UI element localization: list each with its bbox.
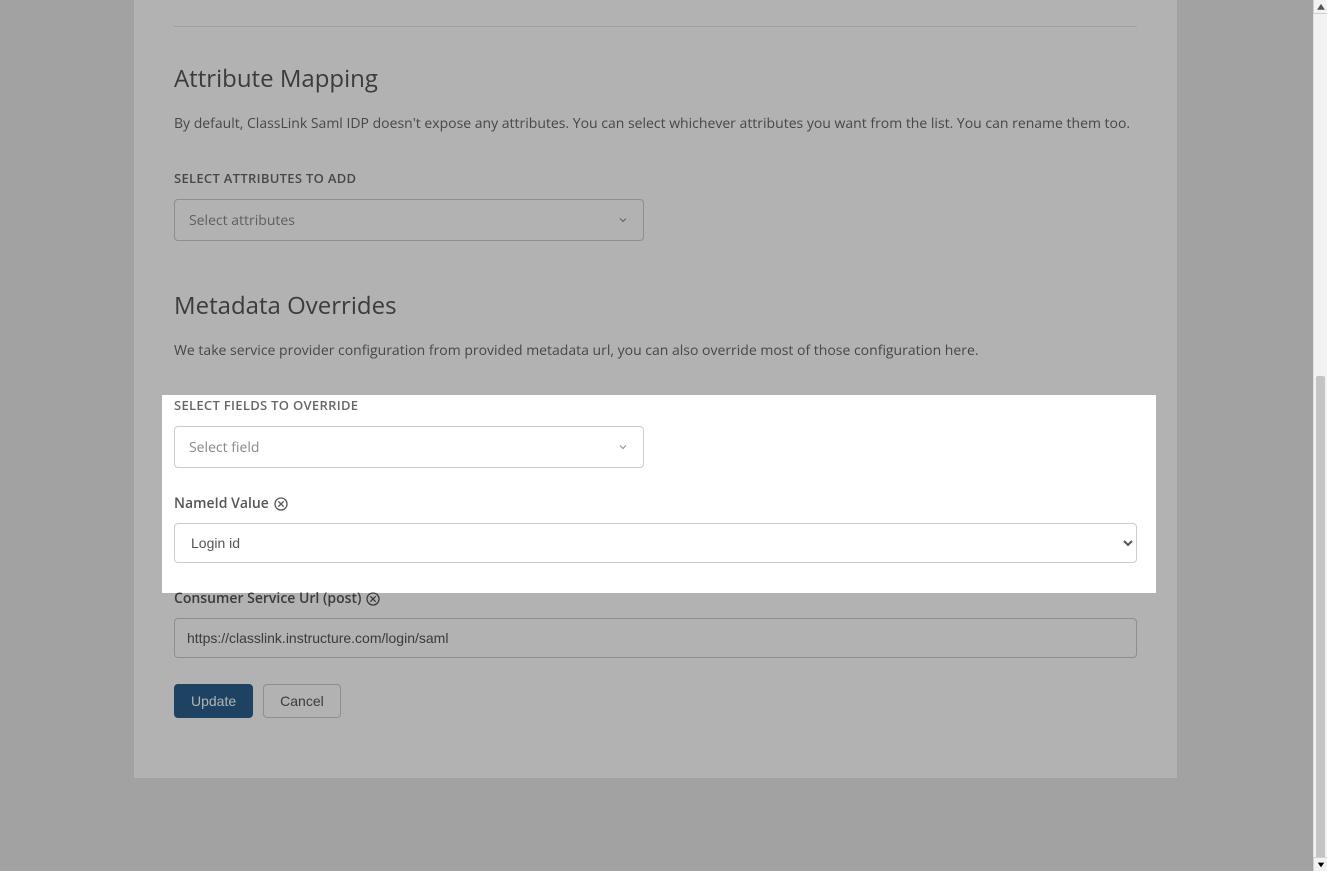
chevron-down-icon xyxy=(617,441,629,453)
remove-nameid-icon[interactable] xyxy=(273,496,289,512)
field-select-override: Select fields to override Select field xyxy=(174,396,1137,468)
select-fields-override-dropdown[interactable]: Select field xyxy=(174,426,644,468)
nameid-value-select[interactable]: Login id xyxy=(174,523,1137,563)
label-consumer-text: Consumer Service Url (post) xyxy=(174,589,361,608)
page: Attribute Mapping By default, ClassLink … xyxy=(0,0,1327,871)
metadata-overrides-section: Metadata Overrides We take service provi… xyxy=(174,289,1137,718)
label-select-fields-override: Select fields to override xyxy=(174,396,1137,414)
dim-right xyxy=(1156,395,1313,593)
consumer-url-input[interactable] xyxy=(174,618,1137,658)
divider xyxy=(174,26,1137,27)
settings-card: Attribute Mapping By default, ClassLink … xyxy=(133,0,1178,779)
label-consumer-url: Consumer Service Url (post) xyxy=(174,589,1137,608)
vertical-scrollbar[interactable] xyxy=(1313,14,1327,857)
section-desc-attribute-mapping: By default, ClassLink Saml IDP doesn't e… xyxy=(174,113,1137,134)
section-title-attribute-mapping: Attribute Mapping xyxy=(174,62,1137,95)
label-nameid-text: NameId Value xyxy=(174,494,269,513)
field-nameid-value: NameId Value Login id xyxy=(174,494,1137,563)
label-select-attributes: Select attributes to add xyxy=(174,169,1137,187)
scroll-down-button[interactable] xyxy=(1313,857,1327,871)
select-fields-override-placeholder: Select field xyxy=(189,438,259,457)
cancel-button[interactable]: Cancel xyxy=(263,684,341,718)
button-row: Update Cancel xyxy=(174,684,1137,718)
remove-consumer-icon[interactable] xyxy=(365,591,381,607)
section-title-metadata-overrides: Metadata Overrides xyxy=(174,289,1137,322)
update-button[interactable]: Update xyxy=(174,684,253,718)
scrollbar-thumb[interactable] xyxy=(1316,376,1325,866)
field-consumer-url: Consumer Service Url (post) xyxy=(174,589,1137,658)
select-attributes-dropdown[interactable]: Select attributes xyxy=(174,199,644,241)
label-nameid-value: NameId Value xyxy=(174,494,1137,513)
section-desc-metadata-overrides: We take service provider configuration f… xyxy=(174,340,1137,361)
field-select-attributes: Select attributes to add Select attribut… xyxy=(174,169,1137,241)
scroll-up-button[interactable] xyxy=(1313,0,1327,14)
chevron-down-icon xyxy=(617,214,629,226)
attribute-mapping-section: Attribute Mapping By default, ClassLink … xyxy=(174,62,1137,241)
select-attributes-placeholder: Select attributes xyxy=(189,211,295,230)
